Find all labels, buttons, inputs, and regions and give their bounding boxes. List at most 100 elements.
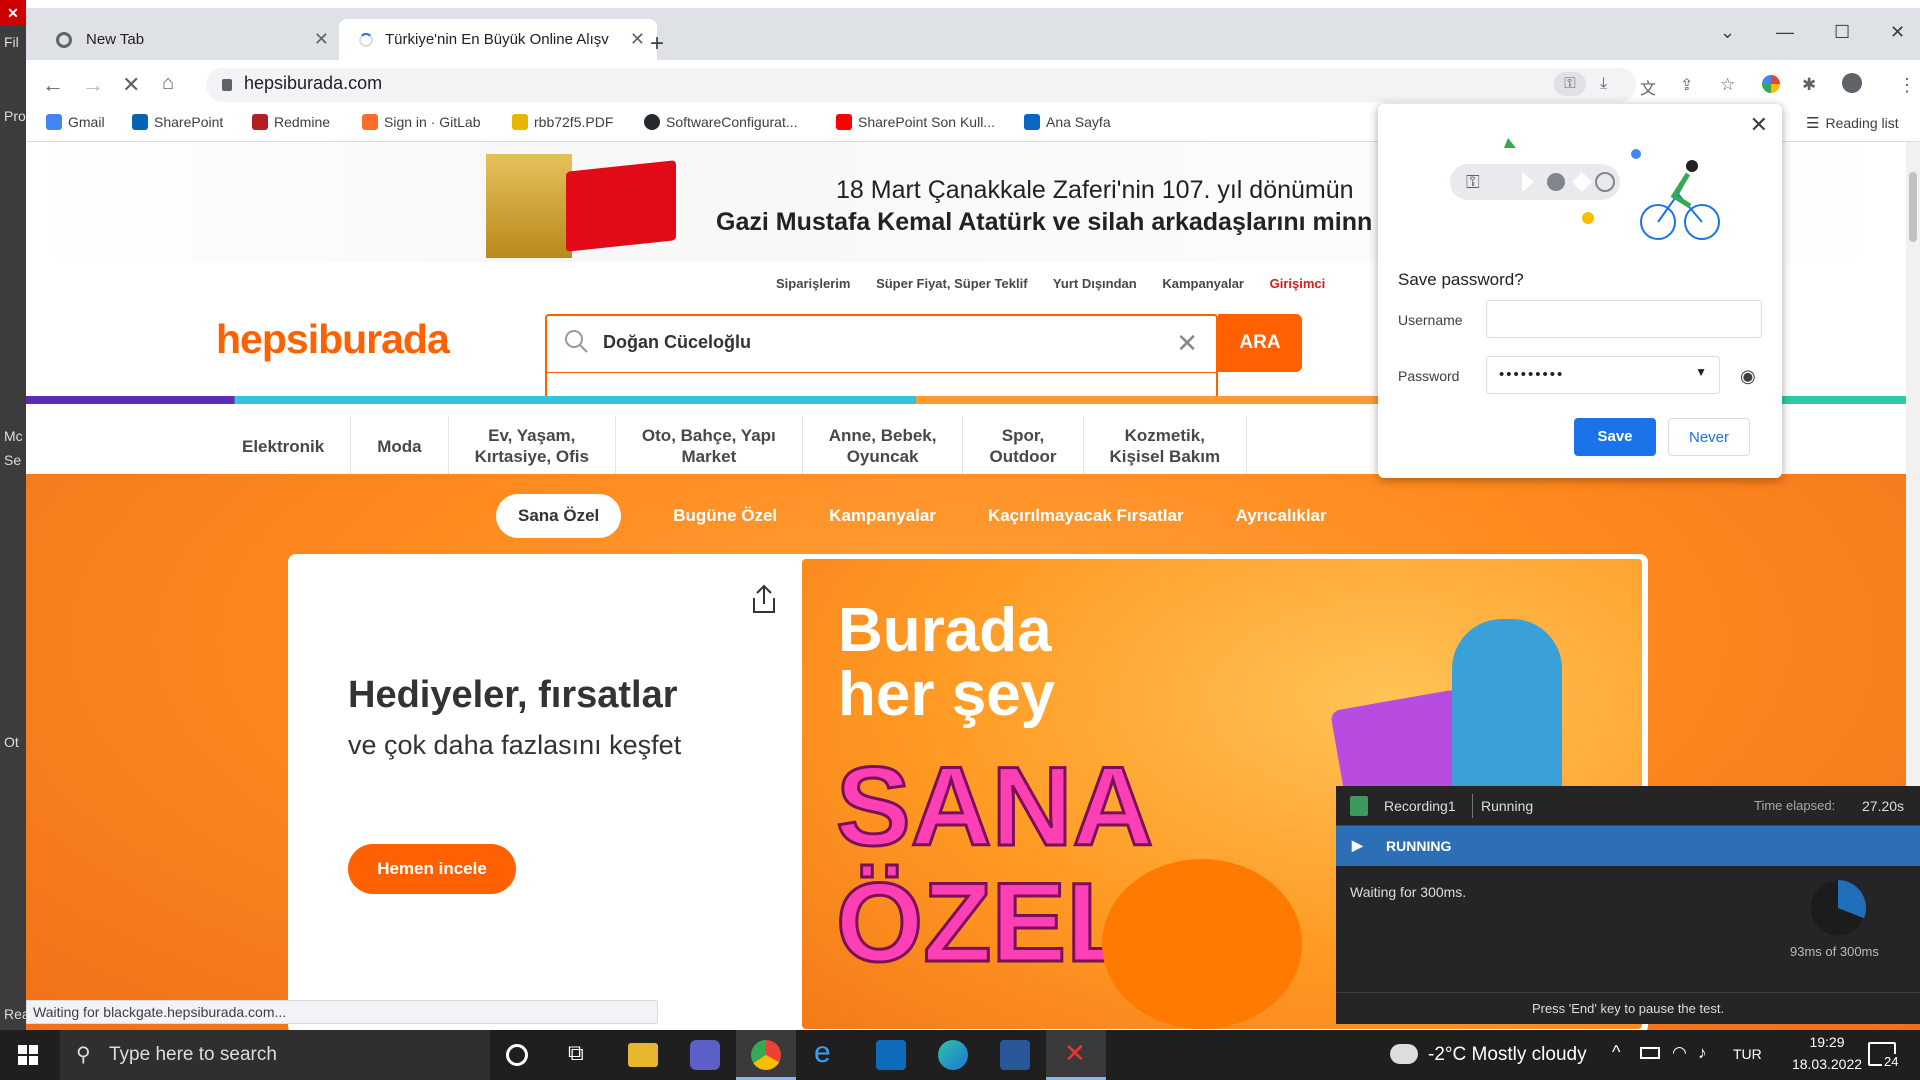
search-button[interactable]: ARA <box>1218 314 1302 372</box>
link-kampanyalar[interactable]: Kampanyalar <box>1162 276 1244 291</box>
home-icon[interactable]: ⌂ <box>162 72 174 95</box>
bookmark-ana-sayfa[interactable]: Ana Sayfa <box>1024 114 1111 130</box>
category-label: Spor, <box>1001 426 1045 445</box>
internet-explorer-icon[interactable]: e <box>814 1036 846 1069</box>
dropdown-arrow-icon[interactable]: ▼ <box>1695 365 1709 379</box>
translate-icon[interactable]: 文 <box>1640 75 1656 99</box>
category-kozmetik[interactable]: Kozmetik, Kişisel Bakım <box>1084 416 1248 476</box>
username-field[interactable] <box>1486 300 1762 338</box>
language-indicator[interactable]: TUR <box>1733 1046 1762 1062</box>
category-moda[interactable]: Moda <box>351 416 449 476</box>
hero-tab-kampanyalar[interactable]: Kampanyalar <box>829 506 936 526</box>
teams-icon[interactable] <box>690 1040 720 1070</box>
category-label: Kırtasiye, Ofis <box>474 447 589 466</box>
clock-date[interactable]: 18.03.2022 <box>1778 1056 1876 1072</box>
password-field[interactable]: ••••••••• ▼ <box>1486 356 1720 394</box>
category-label: Outdoor <box>989 447 1057 466</box>
weather-icon[interactable] <box>1390 1044 1418 1064</box>
word-icon[interactable] <box>1000 1040 1030 1070</box>
tab-search-chevron-icon[interactable]: ⌄ <box>1720 22 1735 43</box>
tab-hepsiburada[interactable]: Türkiye'nin En Büyük Online Alışv ✕ <box>339 19 657 60</box>
promo-text: Burada <box>838 596 1052 665</box>
chrome-app-icon[interactable] <box>736 1030 796 1080</box>
back-arrow-icon[interactable]: ← <box>42 72 64 98</box>
taskbar-search-box[interactable]: ⚲ Type here to search <box>60 1030 490 1080</box>
windows-start-icon[interactable] <box>18 1045 38 1065</box>
hero-tab-sana-ozel[interactable]: Sana Özel <box>496 494 622 538</box>
eye-icon[interactable]: ◉ <box>1740 366 1756 387</box>
tab-close-icon[interactable]: ✕ <box>630 29 645 50</box>
lock-icon[interactable] <box>222 79 232 91</box>
hero-tab-bugune-ozel[interactable]: Bugüne Özel <box>673 506 777 526</box>
person-image <box>1452 619 1562 799</box>
minimize-icon[interactable]: — <box>1776 22 1794 43</box>
clear-search-icon[interactable]: ✕ <box>1176 328 1198 359</box>
window-close-icon[interactable]: ✕ <box>1890 22 1905 43</box>
bookmark-pdf[interactable]: rbb72f5.PDF <box>512 114 613 130</box>
profile-avatar-icon[interactable] <box>1842 73 1862 93</box>
install-app-icon[interactable]: ⤓ <box>1600 75 1607 93</box>
battery-icon[interactable] <box>1640 1047 1660 1059</box>
wifi-icon[interactable]: ◠ <box>1672 1043 1687 1063</box>
outlook-icon[interactable] <box>876 1040 906 1070</box>
category-anne-bebek[interactable]: Anne, Bebek, Oyuncak <box>803 416 964 476</box>
app-close-icon[interactable]: ✕ <box>0 0 26 26</box>
bookmark-sharepoint[interactable]: SharePoint <box>132 114 223 130</box>
category-spor[interactable]: Spor, Outdoor <box>963 416 1084 476</box>
bookmark-star-icon[interactable]: ☆ <box>1720 75 1735 95</box>
reading-list-button[interactable]: ☰ Reading list <box>1806 114 1899 132</box>
promo-text: her şey <box>838 660 1056 729</box>
stop-loading-icon[interactable]: ✕ <box>122 72 140 98</box>
monument-image <box>486 154 572 258</box>
search-input[interactable]: Doğan Cüceloğlu ✕ <box>545 314 1218 400</box>
cortana-icon[interactable] <box>506 1044 528 1066</box>
category-ev-yasam[interactable]: Ev, Yaşam, Kırtasiye, Ofis <box>449 416 616 476</box>
menu-kebab-icon[interactable]: ⋮ <box>1898 75 1916 96</box>
category-oto-bahce[interactable]: Oto, Bahçe, Yapı Market <box>616 416 803 476</box>
bookmark-label: SharePoint <box>154 114 224 130</box>
show-hidden-icons-chevron-icon[interactable]: ^ <box>1612 1042 1620 1063</box>
share-icon[interactable] <box>750 584 778 614</box>
url-text[interactable]: hepsiburada.com <box>244 73 382 94</box>
tab-close-icon[interactable]: ✕ <box>314 29 329 50</box>
hero-tab-ayricaliklar[interactable]: Ayrıcalıklar <box>1236 506 1327 526</box>
hepsiburada-logo[interactable]: hepsiburada <box>216 316 450 363</box>
password-label: Password <box>1398 368 1460 384</box>
category-elektronik[interactable]: Elektronik <box>216 416 352 476</box>
reading-list-label: Reading list <box>1825 115 1899 131</box>
scrollbar-thumb[interactable] <box>1909 172 1917 242</box>
search-query[interactable]: Doğan Cüceloğlu <box>603 332 751 353</box>
bookmark-software-config[interactable]: SoftwareConfigurat... <box>644 114 798 130</box>
link-yurt-disindan[interactable]: Yurt Dışından <box>1053 276 1137 291</box>
bookmark-gitlab[interactable]: Sign in · GitLab <box>362 114 481 130</box>
new-tab-plus-icon[interactable]: + <box>650 30 664 58</box>
bookmark-sharepoint-son[interactable]: SharePoint Son Kull... <box>836 114 995 130</box>
extensions-puzzle-icon[interactable]: ✱ <box>1802 75 1816 95</box>
hemen-incele-button[interactable]: Hemen incele <box>348 844 516 894</box>
tab-new-tab[interactable]: New Tab ✕ <box>36 19 341 60</box>
ranorex-app-icon[interactable]: ✕ <box>1046 1030 1106 1080</box>
browser-toolbar: ← → ✕ ⌂ hepsiburada.com ⚿ ⤓ 文 ⇪ ☆ ✱ ⋮ <box>26 60 1920 108</box>
address-bar[interactable] <box>206 68 1636 102</box>
link-girisimci[interactable]: Girişimci <box>1270 276 1326 291</box>
edge-icon[interactable] <box>938 1040 968 1070</box>
bookmark-redmine[interactable]: Redmine <box>252 114 330 130</box>
maximize-icon[interactable]: ☐ <box>1834 22 1850 43</box>
clock-time[interactable]: 19:29 <box>1792 1034 1862 1050</box>
password-value: ••••••••• <box>1499 366 1565 383</box>
extension-colorful-icon[interactable] <box>1762 75 1780 93</box>
weather-text[interactable]: -2°C Mostly cloudy <box>1428 1044 1587 1066</box>
share-icon[interactable]: ⇪ <box>1680 75 1693 95</box>
hero-tab-kacirilmayacak[interactable]: Kaçırılmayacak Fırsatlar <box>988 506 1184 526</box>
link-siparislerim[interactable]: Siparişlerim <box>776 276 850 291</box>
link-super-fiyat[interactable]: Süper Fiyat, Süper Teklif <box>876 276 1027 291</box>
save-button[interactable]: Save <box>1574 418 1656 456</box>
file-explorer-icon[interactable] <box>628 1043 658 1067</box>
running-banner: ▶ RUNNING <box>1336 826 1920 866</box>
never-button[interactable]: Never <box>1668 418 1750 456</box>
bookmark-gmail[interactable]: Gmail <box>46 114 105 130</box>
key-password-icon[interactable]: ⚿ <box>1554 72 1586 96</box>
volume-icon[interactable]: ♪ <box>1698 1043 1707 1063</box>
forward-arrow-icon[interactable]: → <box>82 72 104 98</box>
task-view-icon[interactable]: ⧉ <box>568 1040 600 1070</box>
